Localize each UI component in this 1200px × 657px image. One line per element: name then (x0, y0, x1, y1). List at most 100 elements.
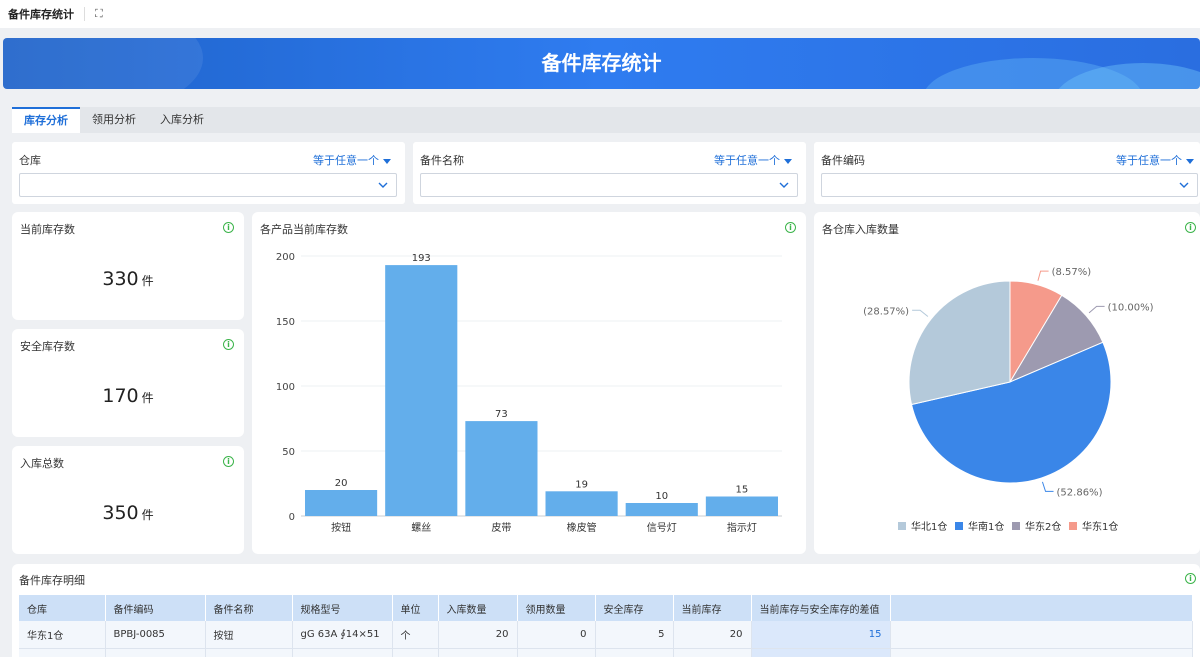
tab-bar: 库存分析 领用分析 入库分析 (12, 107, 1200, 133)
table-cell: 按钮 (205, 621, 293, 649)
app-title: 备件库存统计 (8, 8, 74, 21)
column-header[interactable]: 安全库存 (595, 595, 674, 621)
kpi-safety-stock: 安全库存数 i 170 件 (12, 329, 244, 437)
y-tick-label: 150 (276, 317, 295, 328)
kpi-value: 170 件 (102, 385, 154, 407)
pie-chart-card: 各仓库入库数量 i (8.57%) (10.00%) (52.86%) (28.57%… (814, 212, 1200, 554)
banner: 备件库存统计 (3, 38, 1200, 89)
info-icon[interactable]: i (223, 222, 234, 233)
table-row[interactable]: 华东1仓 BPBJ-0085 按钮 gG 63A ∮14×51 个 20 0 5… (19, 621, 1193, 649)
card-title: 当前库存数 (20, 223, 75, 236)
legend-label: 华北1仓 (911, 520, 947, 533)
bar (305, 490, 378, 516)
column-header[interactable]: 领用数量 (517, 595, 596, 621)
slice-label: (28.57%) (863, 306, 909, 317)
filter-warehouse: 仓库 等于任意一个 (12, 142, 405, 204)
column-header[interactable]: 单位 (392, 595, 439, 621)
column-header[interactable]: 当前库存与安全库存的差值 (751, 595, 891, 621)
table-cell (292, 648, 393, 657)
table-cell: gG 63A ∮14×51 (292, 621, 393, 649)
card-title: 入库总数 (20, 457, 64, 470)
table-cell (595, 648, 674, 657)
caret-down-icon (784, 158, 792, 164)
legend-swatch (1012, 522, 1020, 530)
tab-inventory-analysis[interactable]: 库存分析 (12, 107, 80, 133)
detail-table: 仓库 备件编码 备件名称 规格型号 单位 入库数量 领用数量 安全库存 当前库存… (19, 595, 1193, 657)
part-name-select[interactable] (420, 173, 798, 197)
data-label: 20 (335, 478, 348, 489)
fullscreen-icon[interactable]: ⛶ (95, 7, 103, 21)
info-icon[interactable]: i (223, 339, 234, 350)
kpi-value: 330 件 (102, 268, 154, 290)
y-tick-label: 50 (282, 447, 295, 458)
table-cell: 15 (751, 621, 891, 649)
bar (385, 265, 458, 516)
table-cell: 华东1仓 (19, 621, 106, 649)
table-cell (205, 648, 293, 657)
table-cell-filler (890, 621, 1193, 649)
bar (465, 421, 538, 516)
slice-leader-line (1041, 481, 1054, 492)
top-bar: 备件库存统计 ⛶ (0, 0, 1200, 28)
caret-down-icon (1186, 158, 1194, 164)
table-cell (673, 648, 752, 657)
table-cell (392, 648, 439, 657)
column-header[interactable]: 入库数量 (438, 595, 518, 621)
filter-operator-dropdown[interactable]: 等于任意一个 (714, 152, 792, 168)
bar-chart: 0 50 100 150 200 20 按钮 193 螺丝 73 皮带 19 橡皮管 10 信号灯 15 指示灯 (276, 252, 782, 534)
filter-operator-dropdown[interactable]: 等于任意一个 (1116, 152, 1194, 168)
x-tick-label: 螺丝 (411, 522, 431, 534)
kpi-inbound-total: 入库总数 i 350 件 (12, 446, 244, 554)
slice-label: (8.57%) (1052, 267, 1092, 278)
data-label: 10 (655, 491, 668, 502)
part-code-select[interactable] (821, 173, 1198, 197)
x-tick-label: 指示灯 (727, 521, 757, 534)
data-label: 15 (736, 485, 749, 496)
tab-inbound-analysis[interactable]: 入库分析 (148, 107, 216, 133)
table-header-row: 仓库 备件编码 备件名称 规格型号 单位 入库数量 领用数量 安全库存 当前库存… (19, 595, 1193, 621)
table-cell (438, 648, 518, 657)
column-header[interactable]: 备件编码 (105, 595, 206, 621)
y-tick-label: 0 (289, 512, 295, 523)
chevron-down-icon (779, 182, 789, 188)
pie-slice (908, 280, 1011, 406)
column-header[interactable]: 规格型号 (292, 595, 393, 621)
bar-chart-card: 各产品当前库存数 i 0 50 100 150 200 20 按钮 193 螺丝 73 皮带 19 橡皮… (252, 212, 806, 554)
column-header-filler (890, 595, 1193, 621)
table-cell: 0 (517, 621, 596, 649)
x-tick-label: 橡皮管 (567, 521, 597, 534)
divider (84, 7, 85, 21)
kpi-current-stock: 当前库存数 i 330 件 (12, 212, 244, 320)
table-cell (19, 648, 106, 657)
table-cell (517, 648, 596, 657)
column-header[interactable]: 当前库存 (673, 595, 752, 621)
filter-label: 备件名称 (420, 154, 464, 167)
filter-label: 仓库 (19, 154, 41, 167)
table-cell (105, 648, 206, 657)
legend-swatch (898, 522, 906, 530)
banner-title: 备件库存统计 (541, 51, 662, 75)
card-title: 安全库存数 (20, 340, 75, 353)
caret-down-icon (383, 158, 391, 164)
filter-part-name: 备件名称 等于任意一个 (413, 142, 806, 204)
tab-requisition-analysis[interactable]: 领用分析 (80, 107, 148, 133)
table-row[interactable] (19, 648, 1193, 657)
data-label: 19 (575, 479, 588, 490)
warehouse-select[interactable] (19, 173, 397, 197)
slice-label: (10.00%) (1108, 302, 1154, 313)
chevron-down-icon (378, 182, 388, 188)
legend-swatch (1069, 522, 1077, 530)
slice-leader-line (1037, 270, 1049, 281)
filter-operator-dropdown[interactable]: 等于任意一个 (313, 152, 391, 168)
column-header[interactable]: 仓库 (19, 595, 106, 621)
detail-table-card: 备件库存明细 i 仓库 备件编码 备件名称 规格型号 单位 入库数量 领用数量 … (12, 564, 1200, 657)
info-icon[interactable]: i (1185, 573, 1196, 584)
column-header[interactable]: 备件名称 (205, 595, 293, 621)
slice-leader-line (912, 309, 929, 317)
y-tick-label: 100 (276, 382, 295, 393)
data-label: 193 (412, 253, 431, 264)
table-cell (751, 648, 891, 657)
info-icon[interactable]: i (223, 456, 234, 467)
table-cell-filler (890, 648, 1193, 657)
table-title: 备件库存明细 (19, 574, 85, 587)
